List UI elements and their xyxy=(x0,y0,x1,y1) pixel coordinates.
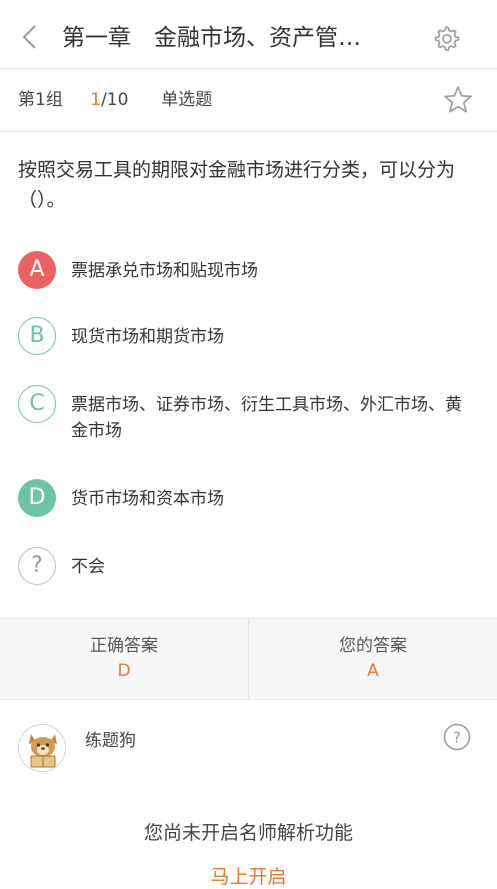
group-label: 第1组 xyxy=(18,90,63,110)
correct-answer: 正确答案 D xyxy=(0,619,249,699)
gear-icon[interactable] xyxy=(430,22,462,54)
username: 练题狗 xyxy=(85,731,136,751)
your-answer-label: 您的答案 xyxy=(339,636,407,656)
your-answer-value: A xyxy=(367,661,379,681)
total-count: /10 xyxy=(101,90,129,110)
option-text: 票据承兑市场和贴现市场 xyxy=(71,261,258,281)
chevron-left-icon[interactable] xyxy=(14,20,48,54)
top-bar: 第一章 金融市场、资产管… xyxy=(0,0,497,69)
option-text: 现货市场和期货市场 xyxy=(71,327,224,347)
star-icon[interactable] xyxy=(442,84,474,116)
page-title: 第一章 金融市场、资产管… xyxy=(62,25,361,51)
option-letter: B xyxy=(18,317,56,355)
correct-answer-value: D xyxy=(117,661,131,681)
option-text: 票据市场、证券市场、衍生工具市场、外汇市场、黄金市场 xyxy=(71,395,462,441)
question-meta: 第1组 1/10 单选题 xyxy=(18,88,212,112)
svg-text:?: ? xyxy=(453,729,461,747)
enable-explanation-link[interactable]: 马上开启 xyxy=(0,862,497,889)
option-letter: ? xyxy=(18,547,56,585)
question-meta-bar: 第1组 1/10 单选题 xyxy=(0,69,497,132)
option-letter: C xyxy=(18,385,56,423)
correct-answer-label: 正确答案 xyxy=(90,636,158,656)
question-type: 单选题 xyxy=(161,90,213,110)
current-index: 1 xyxy=(90,90,102,110)
option-text: 不会 xyxy=(71,557,105,577)
question-circle-icon[interactable]: ? xyxy=(442,722,472,752)
question-text: 按照交易工具的期限对金融市场进行分类，可以分为（）。 xyxy=(18,159,456,211)
explanation-locked-notice: 您尚未开启名师解析功能 xyxy=(143,822,353,844)
your-answer: 您的答案 A xyxy=(249,619,497,699)
option-letter: A xyxy=(18,251,56,289)
answer-panel: 正确答案 D 您的答案 A xyxy=(0,618,497,700)
option-letter: D xyxy=(18,479,56,517)
option-text: 货币市场和资本市场 xyxy=(71,489,224,509)
avatar xyxy=(18,724,66,772)
